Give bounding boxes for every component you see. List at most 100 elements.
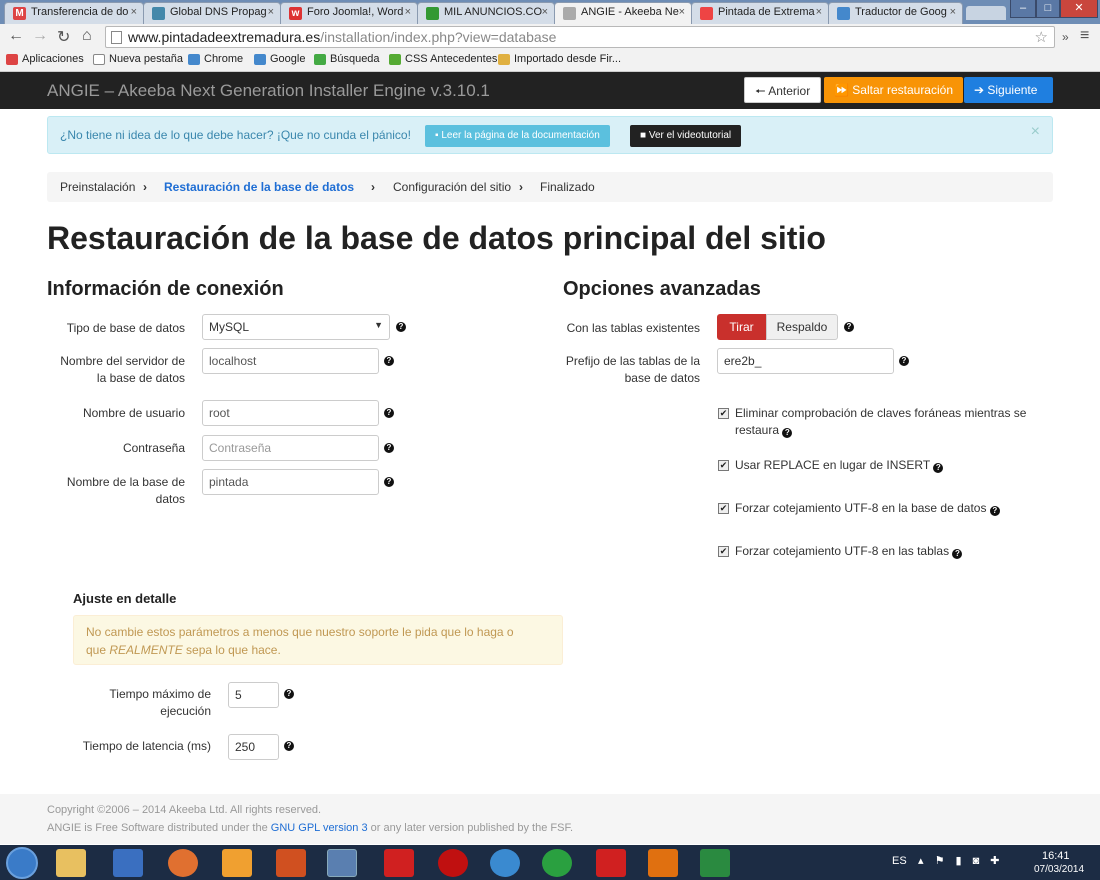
help-icon[interactable]: ? (384, 477, 394, 487)
acrobat-icon[interactable] (596, 849, 626, 877)
excel-icon[interactable] (700, 849, 730, 877)
close-tab-icon[interactable]: × (950, 6, 956, 18)
utf8-tables-label: Forzar cotejamiento UTF-8 en las tablas … (735, 543, 963, 560)
tab-global-dns[interactable]: Global DNS Propag × (143, 2, 281, 24)
forward-arrow-icon[interactable]: → (32, 27, 48, 45)
tab-traductor[interactable]: Traductor de Goog × (828, 2, 963, 24)
password-input[interactable]: Contraseña (202, 435, 379, 461)
page-icon (111, 31, 122, 44)
breadcrumb-site-config: Configuración del sitio (393, 180, 512, 194)
help-icon[interactable]: ? (952, 549, 963, 559)
help-icon[interactable]: ? (384, 408, 394, 418)
illustrator-icon[interactable] (648, 849, 678, 877)
bookmark-importado[interactable]: Importado desde Fir... (498, 53, 621, 65)
help-icon[interactable]: ? (933, 463, 944, 473)
help-icon[interactable]: ? (284, 741, 294, 751)
translate-icon (837, 7, 850, 20)
help-icon[interactable]: ? (844, 322, 854, 332)
help-icon[interactable]: ? (384, 443, 394, 453)
dbname-label: Nombre de la base de datos (66, 475, 185, 506)
tab-foro-joomla[interactable]: w Foro Joomla!, Word × (280, 2, 418, 24)
server-input[interactable]: localhost (202, 348, 379, 374)
bookmark-busqueda[interactable]: Búsqueda (314, 53, 380, 65)
home-icon[interactable]: ⌂ (82, 27, 92, 45)
foreign-keys-checkbox[interactable]: ✔ (718, 408, 729, 419)
media-player-icon[interactable] (113, 849, 143, 877)
outlook-icon[interactable] (222, 849, 252, 877)
tab-transferencia[interactable]: M Transferencia de do × (4, 2, 144, 24)
tray-icons[interactable]: ▴ ⚑ ▮ ◙ ✚ (918, 854, 1004, 867)
documentation-button[interactable]: ▪ Leer la página de la documentación (425, 125, 610, 147)
utf8-tables-checkbox[interactable]: ✔ (718, 546, 729, 557)
help-icon[interactable]: ? (782, 428, 793, 438)
utf8-db-checkbox[interactable]: ✔ (718, 503, 729, 514)
chrome-taskbar-icon[interactable] (327, 849, 357, 877)
utf8-db-label: Forzar cotejamiento UTF-8 en la base de … (735, 500, 1000, 517)
backup-tables-button[interactable]: Respaldo (766, 314, 838, 340)
tab-milanuncios[interactable]: MIL ANUNCIOS.CO × (417, 2, 555, 24)
tab-pintada[interactable]: Pintada de Extrema × (691, 2, 829, 24)
dbname-input[interactable]: pintada (202, 469, 379, 495)
address-bar[interactable]: www.pintadadeextremadura.es/installation… (105, 26, 1055, 48)
menu-icon[interactable]: ≡ (1080, 27, 1089, 45)
bookmark-nueva-pestana[interactable]: Nueva pestaña (93, 53, 183, 65)
back-arrow-icon[interactable]: ← (8, 27, 24, 45)
prefix-input[interactable]: ere2b_ (717, 348, 894, 374)
help-icon[interactable]: ? (396, 322, 406, 332)
milanuncios-icon (426, 7, 439, 20)
chevron-right-icon: › (143, 180, 147, 194)
extensions-chevron-icon[interactable]: » (1062, 30, 1069, 44)
close-window-button[interactable]: ✕ (1060, 0, 1098, 18)
help-icon[interactable]: ? (989, 506, 1000, 516)
clock-date[interactable]: 07/03/2014 (1034, 864, 1084, 875)
bookmark-css-antecedentes[interactable]: CSS Antecedentes (389, 53, 497, 65)
latency-input[interactable]: 250 (228, 734, 279, 760)
gpl-link[interactable]: GNU GPL version 3 (271, 822, 368, 834)
bookmark-chrome[interactable]: Chrome (188, 53, 243, 65)
help-icon[interactable]: ? (899, 356, 909, 366)
bookmark-google[interactable]: Google (254, 53, 305, 65)
app-header: ANGIE – Akeeba Next Generation Installer… (0, 72, 1100, 109)
close-alert-icon[interactable]: × (1031, 123, 1040, 141)
explorer-icon[interactable] (56, 849, 86, 877)
bookmark-aplicaciones[interactable]: Aplicaciones (6, 53, 84, 65)
new-tab-button[interactable] (966, 6, 1006, 20)
spotify-icon[interactable] (542, 849, 572, 877)
clock-time[interactable]: 16:41 (1042, 850, 1070, 862)
google-icon (254, 54, 266, 65)
maximize-window-button[interactable]: □ (1036, 0, 1060, 18)
tab-angie[interactable]: ANGIE - Akeeba Ne × (554, 2, 692, 25)
close-tab-icon[interactable]: × (816, 6, 822, 18)
close-tab-icon[interactable]: × (405, 6, 411, 18)
help-icon[interactable]: ? (284, 689, 294, 699)
replace-checkbox[interactable]: ✔ (718, 460, 729, 471)
firefox-icon[interactable] (168, 849, 198, 877)
close-tab-icon[interactable]: × (542, 6, 548, 18)
xampp-icon[interactable] (276, 849, 306, 877)
skip-restore-button[interactable]: ⏩ Saltar restauración (824, 77, 963, 103)
bookmark-star-icon[interactable]: ☆ (1035, 28, 1048, 46)
app-red-icon[interactable] (384, 849, 414, 877)
css-icon (389, 54, 401, 65)
advanced-heading: Opciones avanzadas (563, 278, 761, 300)
previous-button[interactable]: 🠔 Anterior (744, 77, 822, 103)
language-indicator[interactable]: ES (892, 855, 907, 867)
close-tab-icon[interactable]: × (268, 6, 274, 18)
drop-tables-button[interactable]: Tirar (717, 314, 766, 340)
reload-icon[interactable]: ↻ (57, 27, 70, 47)
start-button[interactable] (6, 847, 38, 879)
db-type-select[interactable]: MySQL ▼ (202, 314, 390, 340)
next-button[interactable]: ➔ Siguiente (964, 77, 1053, 103)
minimize-window-button[interactable]: – (1010, 0, 1036, 18)
close-tab-icon[interactable]: × (679, 6, 685, 18)
username-input[interactable]: root (202, 400, 379, 426)
video-tutorial-button[interactable]: ■ Ver el videotutorial (630, 125, 742, 147)
alert-text: ¿No tiene ni idea de lo que debe hacer? … (60, 128, 411, 142)
help-icon[interactable]: ? (384, 356, 394, 366)
browser-tab-strip: M Transferencia de do × Global DNS Propag ×… (0, 0, 1100, 25)
close-tab-icon[interactable]: × (131, 6, 137, 18)
safari-icon[interactable] (490, 849, 520, 877)
existing-tables-label: Con las tablas existentes (566, 321, 700, 335)
opera-icon[interactable] (438, 849, 468, 877)
max-time-input[interactable]: 5 (228, 682, 279, 708)
